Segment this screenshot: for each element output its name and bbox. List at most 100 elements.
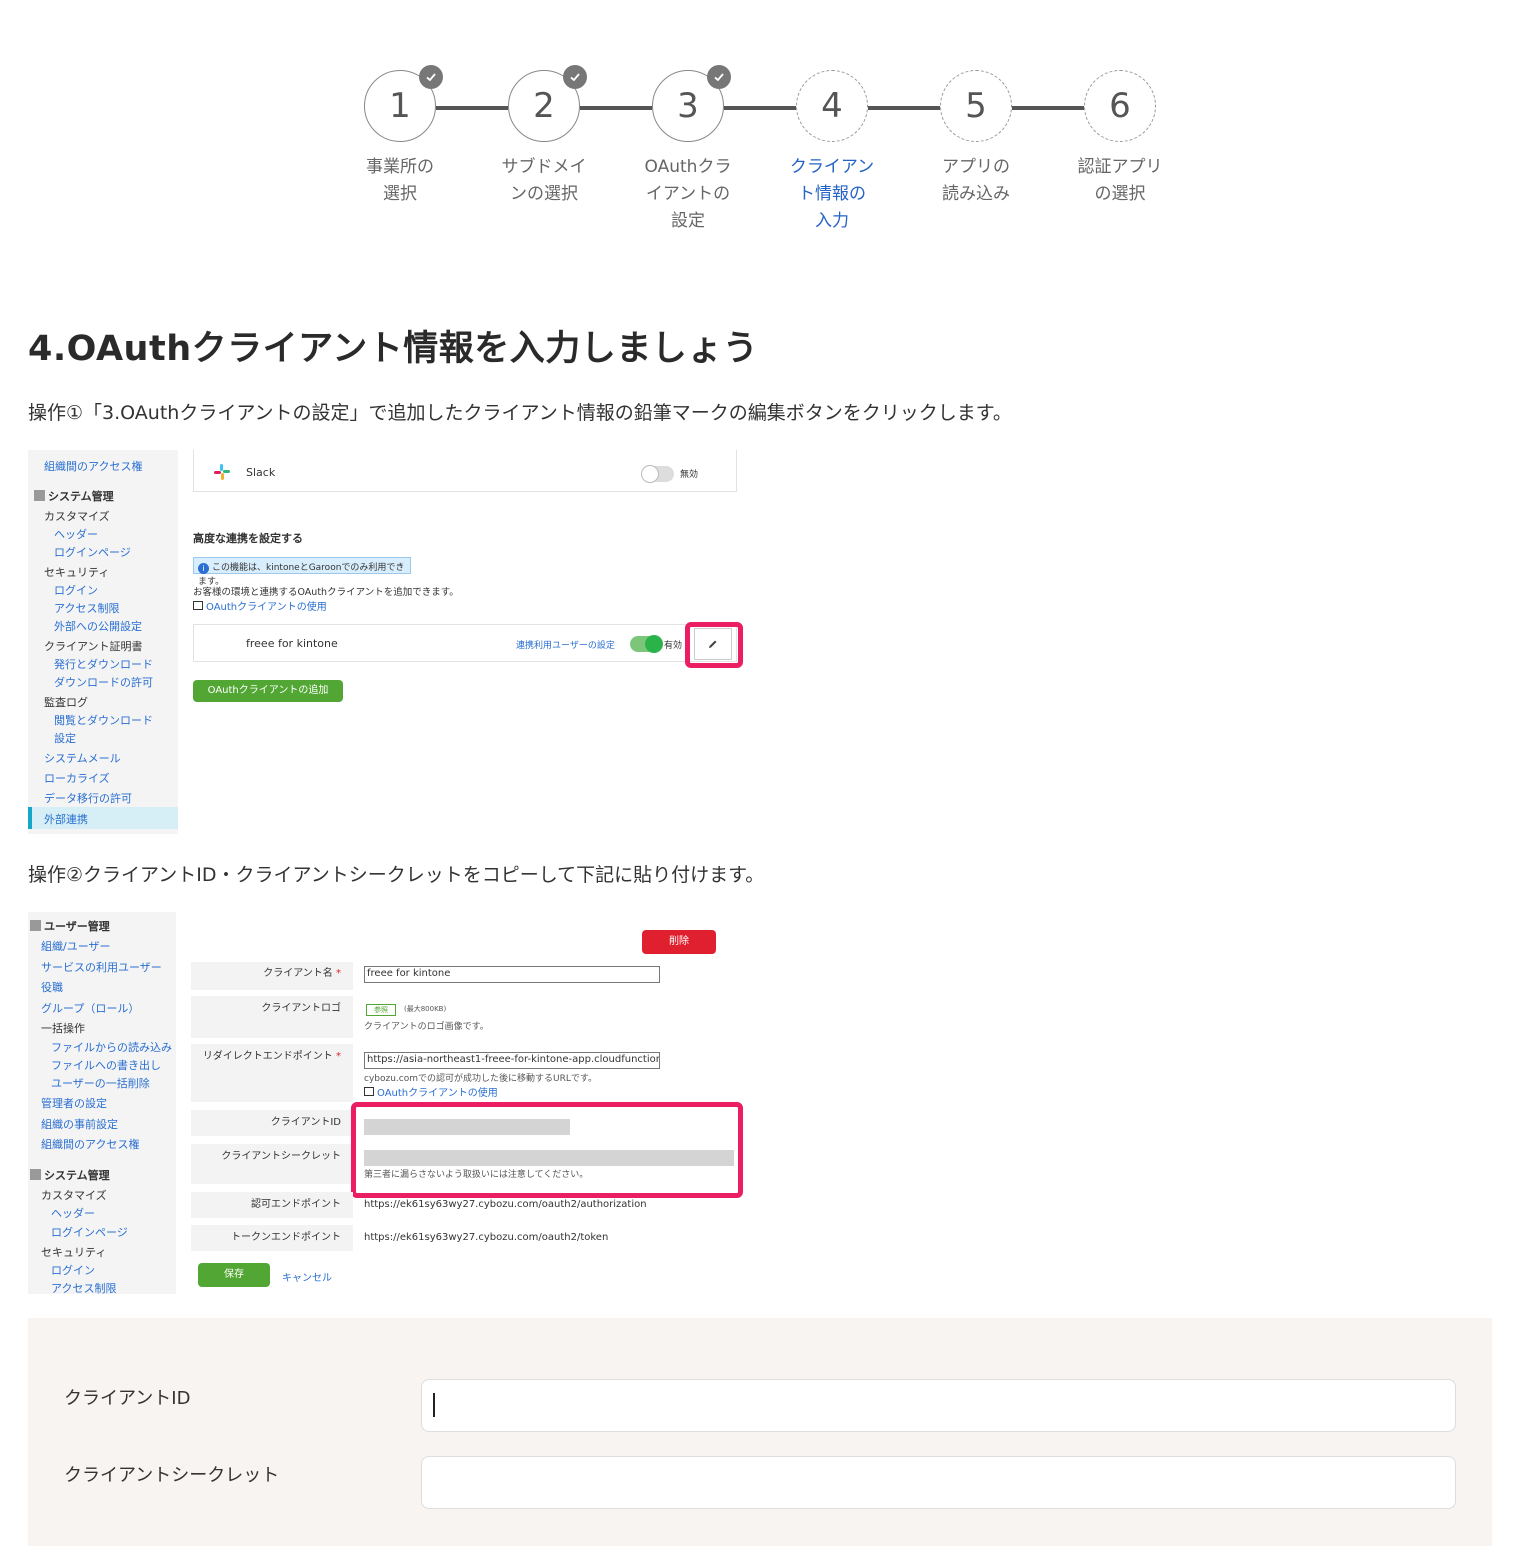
user-setting-link[interactable]: 連携利用ユーザーの設定 <box>516 638 615 651</box>
sidebar-item[interactable]: 組織間のアクセス権 <box>41 1136 139 1152</box>
instruction-2: 操作②クライアントID・クライアントシークレットをコピーして下記に貼り付けます。 <box>28 864 765 886</box>
step-label-line: 事業所の <box>366 157 434 177</box>
admin-icon <box>34 490 45 501</box>
logo-hint: クライアントのロゴ画像です。 <box>364 1022 489 1032</box>
sidebar-item: セキュリティ <box>41 1246 107 1259</box>
step-connector <box>724 106 796 110</box>
sidebar-item-external[interactable]: 外部連携 <box>44 811 88 827</box>
sidebar-item[interactable]: 管理者の設定 <box>41 1095 107 1111</box>
sidebar-item[interactable]: ログイン <box>51 1262 95 1278</box>
sidebar-item[interactable]: ヘッダー <box>51 1205 95 1221</box>
sidebar-item[interactable]: サービスの利用ユーザー <box>41 959 162 975</box>
sidebar-section: システム管理 <box>34 488 114 504</box>
sidebar-item[interactable]: 設定 <box>54 730 76 746</box>
highlight-box <box>685 622 743 668</box>
step-connector <box>1012 106 1084 110</box>
step-circle: 2 <box>508 65 587 142</box>
step-number: 5 <box>965 86 987 126</box>
client-id-label: クライアントID <box>191 1110 353 1136</box>
user-icon <box>30 920 41 931</box>
sidebar-item: セキュリティ <box>44 566 110 579</box>
step-connector <box>868 106 940 110</box>
sidebar-item[interactable]: 発行とダウンロード <box>54 656 153 672</box>
token-endpoint-value: https://ek61sy63wy27.cybozu.com/oauth2/t… <box>364 1232 609 1243</box>
sidebar-item[interactable]: 役職 <box>41 979 63 995</box>
client-status: 有効 <box>664 641 683 651</box>
sidebar-item[interactable]: ユーザーの一括削除 <box>51 1075 150 1091</box>
sidebar-item[interactable]: データ移行の許可 <box>44 790 132 806</box>
sidebar-item[interactable]: ダウンロードの許可 <box>54 674 153 690</box>
client-name: freee for kintone <box>246 637 338 650</box>
progress-stepper: 1 事業所の 選択 2 サブドメイ ンの選択 3 OAuthクラ イアントの 設… <box>0 0 1525 260</box>
step-circle: 6 <box>1084 70 1156 142</box>
auth-endpoint-value: https://ek61sy63wy27.cybozu.com/oauth2/a… <box>364 1199 647 1210</box>
client-id-form-label: クライアントID <box>64 1388 191 1409</box>
sidebar-item: クライアント証明書 <box>44 640 143 653</box>
usage-link[interactable]: OAuthクライアントの使用 <box>364 1084 498 1099</box>
slack-icon <box>214 464 230 480</box>
step-3: 3 OAuthクラ イアントの 設定 <box>645 65 731 231</box>
sidebar-item[interactable]: システムメール <box>44 750 121 766</box>
sidebar-item[interactable]: ローカライズ <box>44 770 110 786</box>
sidebar-item[interactable]: 閲覧とダウンロード <box>54 712 153 728</box>
sidebar-item[interactable]: ログイン <box>54 582 98 598</box>
sidebar-item[interactable]: ログインページ <box>51 1224 128 1240</box>
client-name-input[interactable]: freee for kintone <box>364 966 660 983</box>
redirect-label: リダイレクトエンドポイント * <box>191 1044 353 1102</box>
step-6: 6 認証アプリ の選択 <box>1078 70 1163 204</box>
auth-endpoint-label: 認可エンドポイント <box>191 1192 353 1218</box>
step-connector <box>580 106 652 110</box>
external-link-icon <box>364 1087 374 1096</box>
sidebar-section: ユーザー管理 <box>30 918 110 934</box>
save-button[interactable]: 保存 <box>198 1263 270 1287</box>
step-2: 2 サブドメイ ンの選択 <box>502 65 587 204</box>
sidebar-item[interactable]: 組織の事前設定 <box>41 1116 118 1132</box>
check-icon <box>563 65 587 89</box>
client-logo-label: クライアントロゴ <box>191 996 353 1038</box>
page-heading: 4.OAuthクライアント情報を入力しましょう <box>28 329 759 369</box>
step-1: 1 事業所の 選択 <box>364 65 443 204</box>
step-label: サブドメイ ンの選択 <box>478 154 610 208</box>
sidebar-item[interactable]: 組織/ユーザー <box>41 938 111 954</box>
redirect-label-text: リダイレクトエンドポイント <box>202 1051 333 1062</box>
delete-button[interactable]: 削除 <box>642 930 716 954</box>
sidebar-item[interactable]: 外部への公開設定 <box>54 618 142 634</box>
browse-button[interactable]: 参照 <box>366 1004 396 1016</box>
client-name-label-text: クライアント名 <box>263 968 333 979</box>
sidebar-item: カスタマイズ <box>44 510 110 523</box>
step-label-line: OAuthクラ <box>644 157 732 177</box>
sidebar-item[interactable]: ファイルへの書き出し <box>51 1057 161 1073</box>
client-secret-label: クライアントシークレット <box>191 1144 353 1184</box>
usage-link[interactable]: OAuthクライアントの使用 <box>193 598 327 613</box>
slack-label: Slack <box>246 466 276 479</box>
sidebar-item[interactable]: グループ（ロール） <box>41 1000 139 1016</box>
slack-toggle[interactable] <box>641 465 674 483</box>
redirect-input[interactable]: https://asia-northeast1-freee-for-kinton… <box>364 1052 660 1069</box>
client-toggle[interactable] <box>630 635 663 653</box>
integration-description: お客様の環境と連携するOAuthクライアントを追加できます。 <box>193 587 459 598</box>
highlight-box <box>351 1102 743 1198</box>
add-oauth-client-button[interactable]: OAuthクライアントの追加 <box>193 680 343 702</box>
sidebar-item[interactable]: ヘッダー <box>54 526 98 542</box>
sidebar-item[interactable]: 組織間のアクセス権 <box>44 458 142 474</box>
admin-sidebar: ユーザー管理 組織/ユーザー サービスの利用ユーザー 役職 グループ（ロール） … <box>28 912 176 1294</box>
redirect-hint: cybozu.comでの認可が成功した後に移動するURLです。 <box>364 1074 597 1084</box>
step-label: 事業所の 選択 <box>334 154 466 208</box>
admin-sidebar: 組織間のアクセス権 システム管理 カスタマイズ ヘッダー ログインページ セキュ… <box>28 450 178 834</box>
client-secret-input[interactable] <box>421 1456 1456 1509</box>
client-id-input[interactable] <box>421 1379 1456 1432</box>
sidebar-item[interactable]: アクセス制限 <box>51 1280 116 1294</box>
step-label-line: 認証アプリ <box>1077 157 1163 177</box>
cancel-link[interactable]: キャンセル <box>282 1269 332 1284</box>
step-circle: 3 <box>652 65 731 142</box>
step-label-line: ンの選択 <box>510 184 578 204</box>
sidebar-item[interactable]: ファイルからの読み込み <box>51 1039 172 1055</box>
sidebar-item[interactable]: アクセス制限 <box>54 600 119 616</box>
step-label: 認証アプリ の選択 <box>1054 154 1186 208</box>
step-label-line: の選択 <box>1094 184 1146 204</box>
sidebar-item[interactable]: ログインページ <box>54 544 131 560</box>
sidebar-item: カスタマイズ <box>41 1189 107 1202</box>
step-circle: 1 <box>364 65 443 142</box>
step-label: OAuthクラ イアントの 設定 <box>622 154 754 235</box>
sidebar-section-label: ユーザー管理 <box>44 920 110 933</box>
